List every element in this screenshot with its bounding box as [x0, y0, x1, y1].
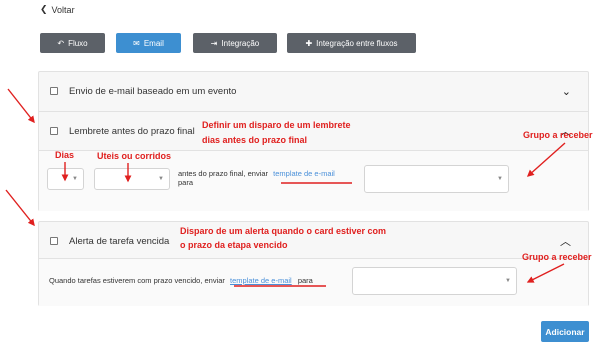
day-type-select[interactable]: ▼: [94, 168, 170, 190]
chevron-down-icon: ▼: [505, 278, 511, 284]
email-button[interactable]: ✉ Email: [116, 33, 181, 53]
reminder-checkbox[interactable]: [50, 127, 58, 135]
back-link[interactable]: ❮ Voltar: [40, 4, 75, 15]
reminder-text: antes do prazo final, enviar template de…: [178, 169, 335, 188]
reminder-text-after: para: [178, 178, 194, 188]
divider: [39, 111, 588, 112]
annotation-group-1: Grupo a receber: [523, 130, 593, 140]
reminder-group-select[interactable]: ▼: [364, 165, 509, 193]
annotation-business-calendar: Uteis ou corridos: [97, 151, 172, 161]
integration-button[interactable]: ⇥ Integração: [193, 33, 277, 53]
integration-flows-button[interactable]: ✚ Integração entre fluxos: [287, 33, 416, 53]
flow-button[interactable]: ↶ Fluxo: [40, 33, 105, 53]
overdue-template-link[interactable]: template de e-mail: [230, 276, 292, 285]
arrow-to-overdue: [5, 189, 35, 227]
overdue-checkbox[interactable]: [50, 237, 58, 245]
chevron-down-icon: ▼: [72, 176, 78, 182]
reminder-template-link[interactable]: template de e-mail: [273, 169, 335, 178]
reminder-title: Lembrete antes do prazo final: [69, 125, 195, 137]
overdue-title: Alerta de tarefa vencida: [69, 235, 170, 247]
add-button[interactable]: Adicionar: [541, 321, 589, 342]
overdue-text: Quando tarefas estiverem com prazo venci…: [49, 276, 313, 285]
chevron-up-icon[interactable]: ︿: [560, 233, 571, 249]
chevron-down-icon: ▼: [497, 176, 503, 182]
envelope-icon: ✉: [133, 38, 140, 48]
back-label: Voltar: [51, 4, 75, 15]
arrow-to-reminder: [7, 88, 35, 124]
overdue-text-after: para: [297, 276, 313, 285]
annotation-reminder-line2: dias antes do prazo final: [202, 135, 308, 145]
event-email-title: Envio de e-mail baseado em um evento: [69, 85, 237, 97]
chevron-down-icon: ▼: [158, 176, 164, 182]
event-email-row[interactable]: Envio de e-mail baseado em um evento ⌄: [39, 73, 588, 109]
integration-button-label: Integração: [221, 38, 260, 48]
days-select[interactable]: ▼: [47, 168, 84, 190]
email-settings-card-top: Envio de e-mail baseado em um evento ⌄ L…: [38, 71, 589, 211]
annotation-reminder-line1: Definir um disparo de um lembrete: [202, 120, 351, 130]
export-icon: ⇥: [210, 38, 218, 48]
overdue-text-before: Quando tarefas estiverem com prazo venci…: [49, 276, 225, 285]
reminder-text-before: antes do prazo final, enviar: [178, 169, 269, 178]
annotation-group-2: Grupo a receber: [522, 252, 592, 262]
plus-icon: ✚: [305, 38, 313, 48]
overdue-body: Quando tarefas estiverem com prazo venci…: [39, 259, 588, 306]
overdue-group-select[interactable]: ▼: [352, 267, 517, 295]
event-email-checkbox[interactable]: [50, 87, 58, 95]
integration-flows-button-label: Integração entre fluxos: [316, 38, 398, 48]
annotation-days: Dias: [55, 150, 75, 160]
flow-button-label: Fluxo: [68, 38, 88, 48]
email-button-label: Email: [143, 38, 164, 48]
chevron-left-icon: ❮: [40, 4, 48, 14]
annotation-overdue-line1: Disparo de um alerta quando o card estiv…: [180, 226, 387, 236]
chevron-down-icon[interactable]: ⌄: [562, 85, 571, 98]
undo-arrow-icon: ↶: [57, 38, 65, 48]
annotation-overdue-line2: o prazo da etapa vencido: [180, 240, 288, 250]
